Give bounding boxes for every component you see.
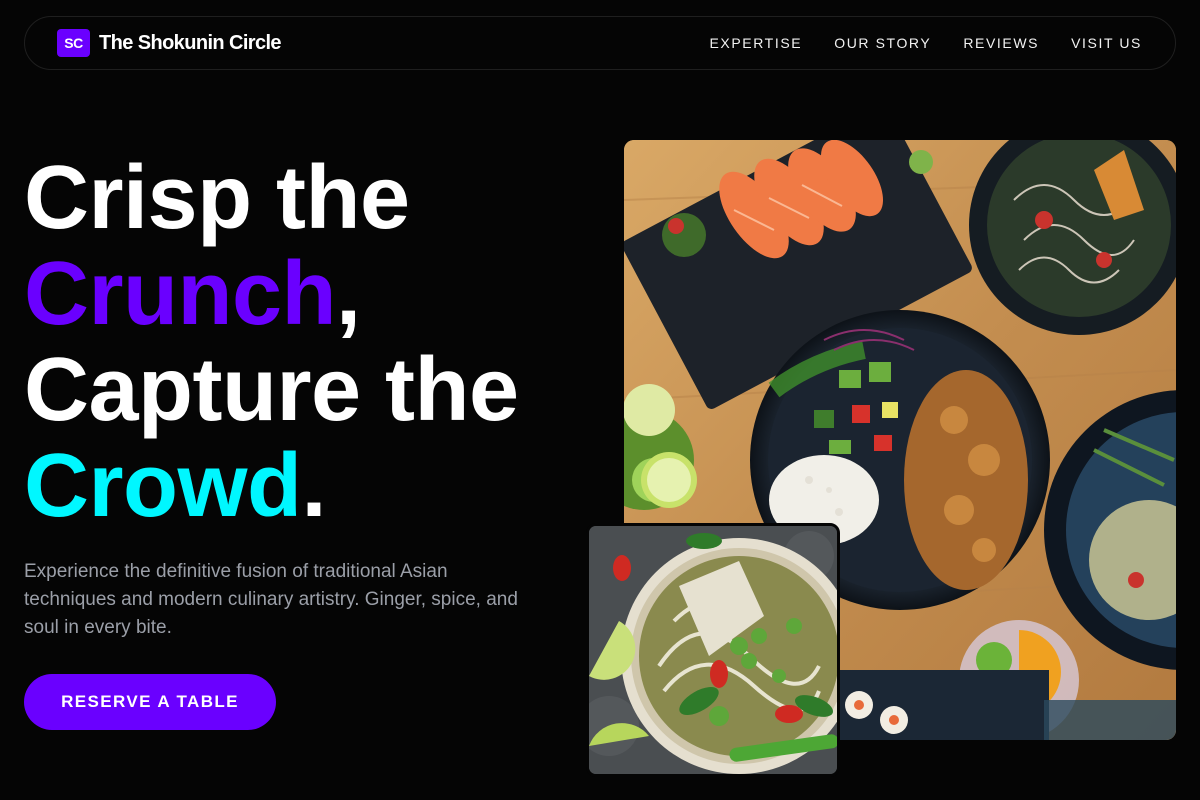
landing-page: SC The Shokunin Circle EXPERTISE OUR STO… [0,0,1200,800]
brand-home-link[interactable]: SC The Shokunin Circle [57,29,282,57]
headline-line-1: Crisp the [24,148,410,248]
inset-food-photo [586,523,840,777]
nav-links: EXPERTISE OUR STORY REVIEWS VISIT US [709,35,1142,51]
reserve-table-button[interactable]: RESERVE A TABLE [24,674,276,730]
headline-line-3: Capture the [24,340,519,440]
nav-link-reviews[interactable]: REVIEWS [963,35,1039,51]
headline-period: . [301,436,326,536]
headline-line-2: Crunch, [24,246,519,342]
headline-line-4: Crowd. [24,438,519,534]
headline-comma: , [336,244,361,344]
brand-name: The Shokunin Circle [99,31,282,54]
hero-headline: Crisp the Crunch, Capture the Crowd. [24,150,519,534]
nav-link-expertise[interactable]: EXPERTISE [709,35,802,51]
top-navbar: SC The Shokunin Circle EXPERTISE OUR STO… [24,16,1176,70]
nav-link-visit-us[interactable]: VISIT US [1071,35,1142,51]
headline-word-crowd: Crowd [24,436,302,536]
brand-logo-icon: SC [57,29,90,57]
headline-word-crunch: Crunch [24,244,337,344]
hero-subtext: Experience the definitive fusion of trad… [24,561,518,638]
noodle-bowl-illustration [589,526,837,774]
nav-link-our-story[interactable]: OUR STORY [834,35,931,51]
